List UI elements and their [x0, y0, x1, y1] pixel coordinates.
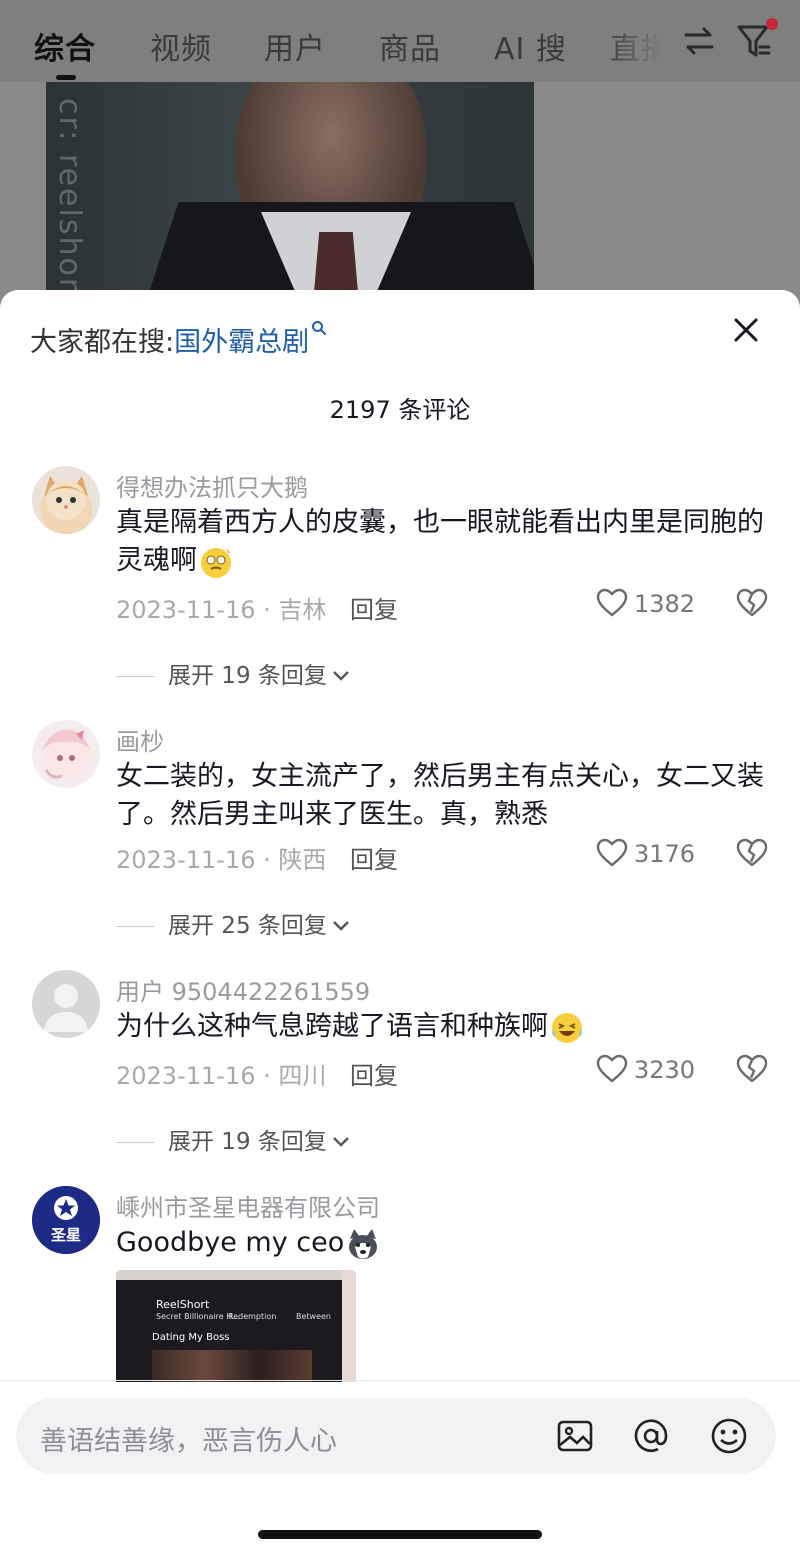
like-count: 3230	[634, 1056, 696, 1084]
comment-count-title: 2197 条评论	[329, 396, 471, 424]
reply-button[interactable]: 回复	[350, 1056, 398, 1091]
broken-heart-icon[interactable]	[736, 838, 768, 868]
avatar[interactable]	[32, 970, 100, 1038]
tab-comprehensive[interactable]: 综合	[34, 24, 96, 68]
comment-image-thumbnail[interactable]: ReelShort Secret Billionaire H... Redemp…	[116, 1270, 356, 1382]
like-count: 1382	[634, 590, 696, 618]
comment-username[interactable]: 嵊州市圣星电器有限公司	[116, 1188, 380, 1223]
chevron-down-icon	[333, 1137, 349, 1147]
husky-dog-emoji-icon	[349, 1228, 378, 1259]
video-watermark: cr: reelshort	[52, 98, 87, 306]
heart-icon[interactable]	[596, 588, 628, 618]
comment-text: 为什么这种气息跨越了语言和种族啊	[116, 1008, 776, 1046]
comment-input-placeholder[interactable]: 善语结善缘，恶言伤人心	[40, 1419, 337, 1458]
comment-text: 女二装的，女主流产了，然后男主有点关心，女二又装了。然后男主叫来了医生。真，熟悉	[116, 761, 764, 830]
hot-search-query[interactable]: 国外霸总剧	[174, 327, 309, 358]
comment-date-location: 2023-11-16 · 四川	[116, 1062, 327, 1090]
avatar-logo-text: 圣星	[50, 1226, 81, 1244]
tab-video[interactable]: 视频	[150, 24, 212, 68]
comment-username[interactable]: 用户 9504422261559	[116, 972, 370, 1007]
avatar[interactable]	[32, 720, 100, 788]
notification-dot	[766, 18, 778, 30]
video-preview[interactable]	[46, 82, 534, 312]
comment-sheet: 大家都在搜:国外霸总剧 2197 条评论 得想办法抓只大鹅 真是隔着西方人的皮囊…	[0, 290, 800, 1555]
swap-icon[interactable]	[682, 24, 716, 58]
search-icon	[312, 321, 327, 335]
thumb-item3: Between	[296, 1312, 332, 1321]
tab-products[interactable]: 商品	[379, 24, 441, 68]
hot-search-suggestion[interactable]: 大家都在搜:国外霸总剧	[30, 320, 327, 359]
reply-button[interactable]: 回复	[350, 840, 398, 875]
heart-icon[interactable]	[596, 1054, 628, 1084]
comment-date-location: 2023-11-16 · 吉林	[116, 596, 327, 624]
mention-icon[interactable]	[632, 1417, 670, 1455]
active-tab-indicator	[56, 75, 76, 80]
thumb-title: Dating My Boss	[152, 1332, 230, 1343]
comment-text: Goodbye my ceo	[116, 1224, 776, 1262]
tab-ai-search[interactable]: AI 搜	[494, 24, 567, 68]
dizzy-face-emoji-icon	[201, 547, 233, 578]
thumb-item2: Redemption	[228, 1312, 277, 1321]
expand-replies-button[interactable]: 展开 19 条回复	[116, 1122, 351, 1156]
hot-search-prefix: 大家都在搜:	[30, 327, 175, 358]
close-icon[interactable]	[730, 314, 762, 346]
broken-heart-icon[interactable]	[736, 588, 768, 618]
comment-username[interactable]: 画杪	[116, 722, 164, 757]
emoji-icon[interactable]	[710, 1417, 748, 1455]
comment-date-location: 2023-11-16 · 陕西	[116, 846, 327, 874]
thumb-brand: ReelShort	[156, 1298, 210, 1311]
avatar[interactable]	[32, 466, 100, 534]
expand-replies-button[interactable]: 展开 25 条回复	[116, 906, 351, 940]
image-icon[interactable]	[556, 1417, 594, 1455]
search-tabs-bar: 综合 视频 用户 商品 AI 搜 直播	[0, 0, 800, 82]
expand-replies-button[interactable]: 展开 19 条回复	[116, 656, 351, 690]
chevron-down-icon	[333, 671, 349, 681]
avatar[interactable]: 圣星	[32, 1186, 100, 1254]
heart-icon[interactable]	[596, 838, 628, 868]
comment-username[interactable]: 得想办法抓只大鹅	[116, 468, 308, 503]
comment-text: 真是隔着西方人的皮囊，也一眼就能看出内里是同胞的灵魂啊	[116, 504, 776, 580]
laughing-tears-emoji-icon	[552, 1012, 582, 1043]
reply-button[interactable]: 回复	[350, 590, 398, 625]
tab-users[interactable]: 用户	[264, 24, 326, 68]
home-indicator	[258, 1530, 542, 1539]
comment-input-bar[interactable]: 善语结善缘，恶言伤人心	[16, 1398, 776, 1474]
like-count: 3176	[634, 840, 696, 868]
chevron-down-icon	[333, 921, 349, 931]
broken-heart-icon[interactable]	[736, 1054, 768, 1084]
